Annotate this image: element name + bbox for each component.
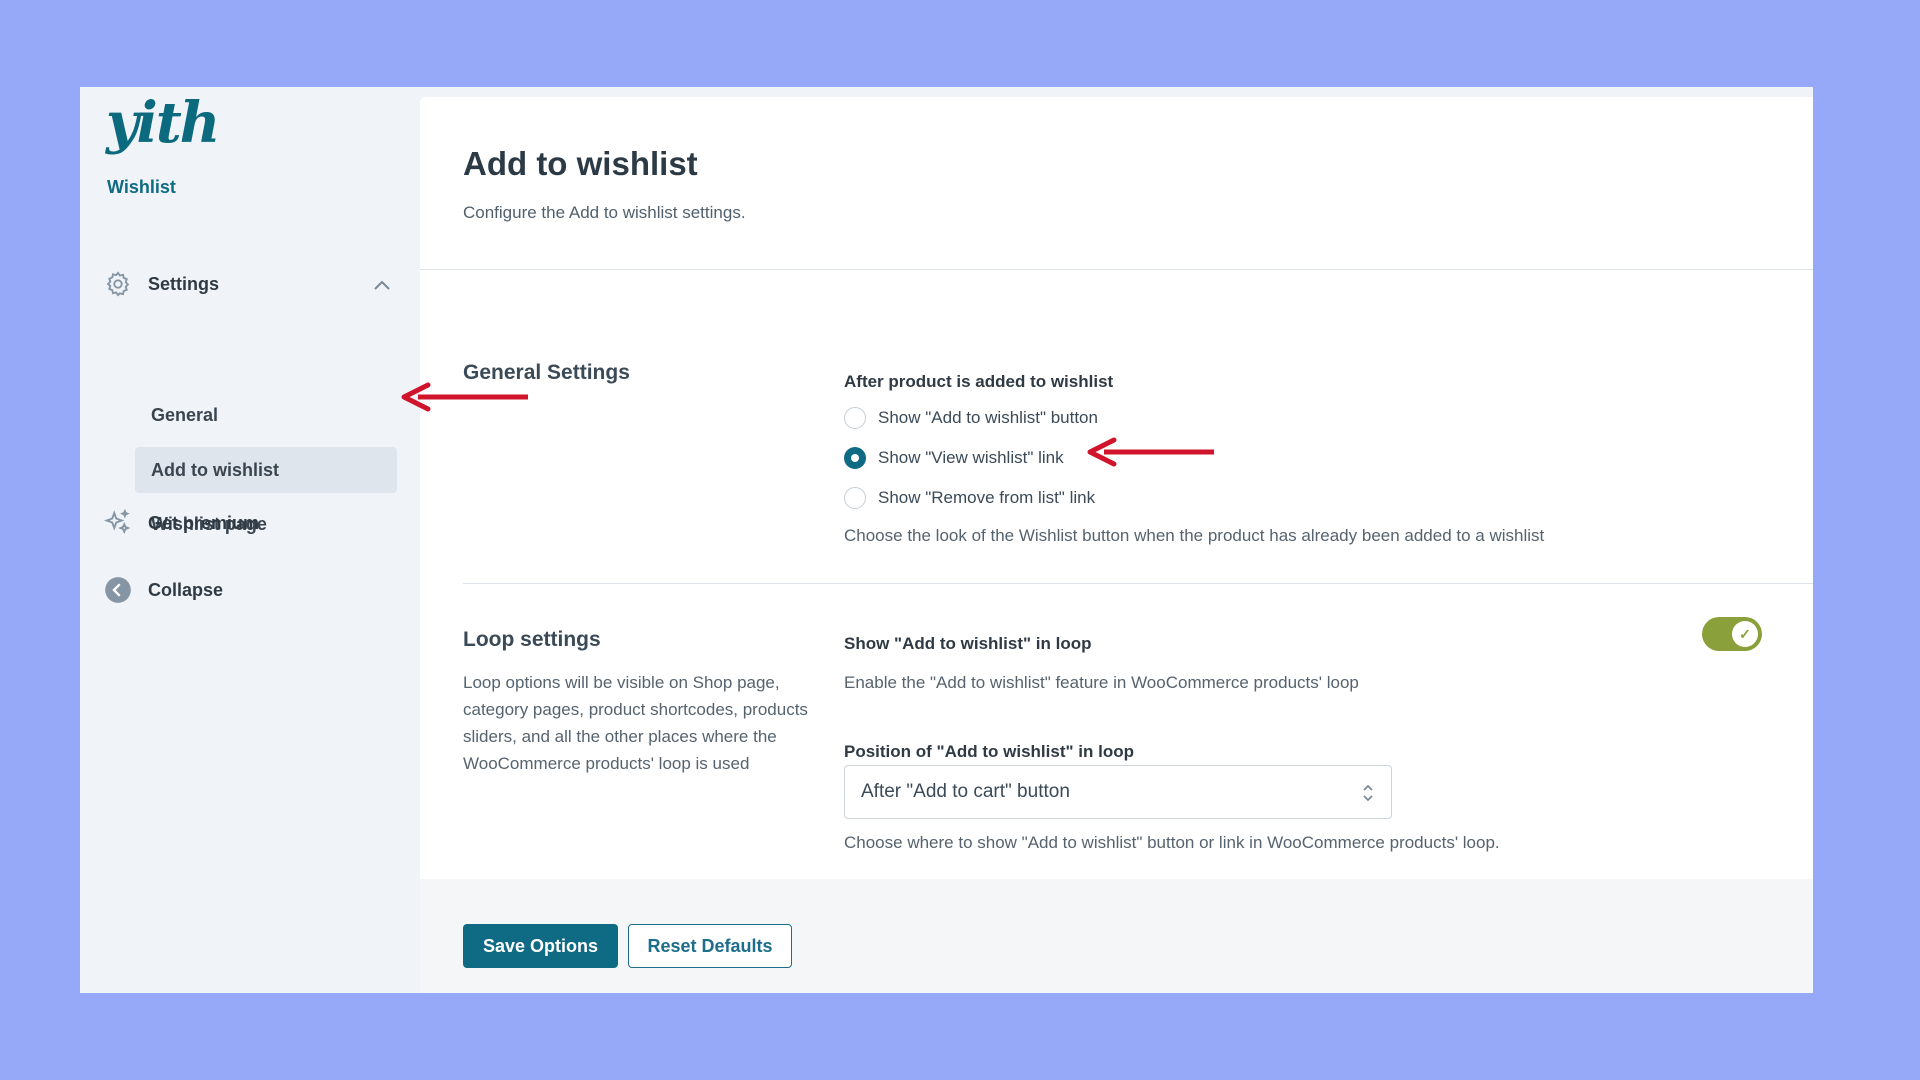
- check-icon: ✓: [1732, 621, 1758, 647]
- radio-show-remove-link[interactable]: Show "Remove from list" link: [844, 487, 1095, 509]
- sidebar-item-add-to-wishlist[interactable]: Add to wishlist: [135, 447, 397, 493]
- logo-wordmark: yith: [106, 90, 220, 156]
- help-text-position: Choose where to show "Add to wishlist" b…: [844, 833, 1500, 852]
- gear-icon: [102, 268, 134, 300]
- radio-show-view-wishlist[interactable]: Show "View wishlist" link: [844, 447, 1064, 469]
- radio-show-add-button[interactable]: Show "Add to wishlist" button: [844, 407, 1098, 429]
- divider: [463, 583, 1813, 584]
- updown-chevron-icon: [1361, 782, 1375, 810]
- field-label-position: Position of "Add to wishlist" in loop: [844, 742, 1134, 761]
- chevron-up-icon[interactable]: [372, 276, 392, 297]
- help-text-after-added: Choose the look of the Wishlist button w…: [844, 526, 1545, 545]
- arrow-left-circle-icon: [102, 574, 134, 606]
- sidebar-item-settings[interactable]: Settings: [102, 268, 392, 300]
- loop-description: Loop options will be visible on Shop pag…: [463, 673, 808, 773]
- reset-defaults-button[interactable]: Reset Defaults: [628, 924, 792, 968]
- app-window: yith Wishlist Settings General Add to wi…: [80, 87, 1813, 993]
- page-description: Configure the Add to wishlist settings.: [463, 203, 746, 222]
- field-label-after-added: After product is added to wishlist: [844, 372, 1114, 391]
- sidebar-item-collapse[interactable]: Collapse: [102, 574, 223, 606]
- radio-label: Show "View wishlist" link: [878, 448, 1064, 467]
- section-title-loop: Loop settings: [463, 628, 601, 651]
- sidebar: yith Wishlist Settings General Add to wi…: [80, 87, 420, 993]
- yith-logo: yith: [106, 90, 220, 156]
- show-in-loop-toggle[interactable]: ✓: [1702, 617, 1762, 651]
- field-label-show-in-loop: Show "Add to wishlist" in loop: [844, 634, 1092, 653]
- section-title-general: General Settings: [463, 361, 630, 384]
- plugin-name: Wishlist: [107, 177, 176, 197]
- radio-circle[interactable]: [844, 487, 866, 509]
- sparkle-icon: [102, 507, 134, 539]
- radio-label: Show "Remove from list" link: [878, 488, 1096, 507]
- settings-panel: Add to wishlist Configure the Add to wis…: [420, 97, 1813, 993]
- radio-label: Show "Add to wishlist" button: [878, 408, 1098, 427]
- divider: [420, 269, 1813, 270]
- help-text-show-in-loop: Enable the "Add to wishlist" feature in …: [844, 673, 1359, 692]
- save-options-button[interactable]: Save Options: [463, 924, 618, 968]
- position-select[interactable]: After "Add to cart" button: [844, 765, 1392, 819]
- sidebar-item-general[interactable]: General: [135, 392, 397, 438]
- select-value: After "Add to cart" button: [861, 781, 1070, 802]
- sidebar-item-label: Collapse: [148, 579, 224, 600]
- sidebar-item-get-premium[interactable]: Get premium: [102, 507, 259, 539]
- radio-circle[interactable]: [844, 407, 866, 429]
- page-title: Add to wishlist: [463, 145, 698, 182]
- radio-circle-checked[interactable]: [844, 447, 866, 469]
- sidebar-item-label: Settings: [148, 273, 220, 294]
- sidebar-item-label: Get premium: [148, 512, 260, 533]
